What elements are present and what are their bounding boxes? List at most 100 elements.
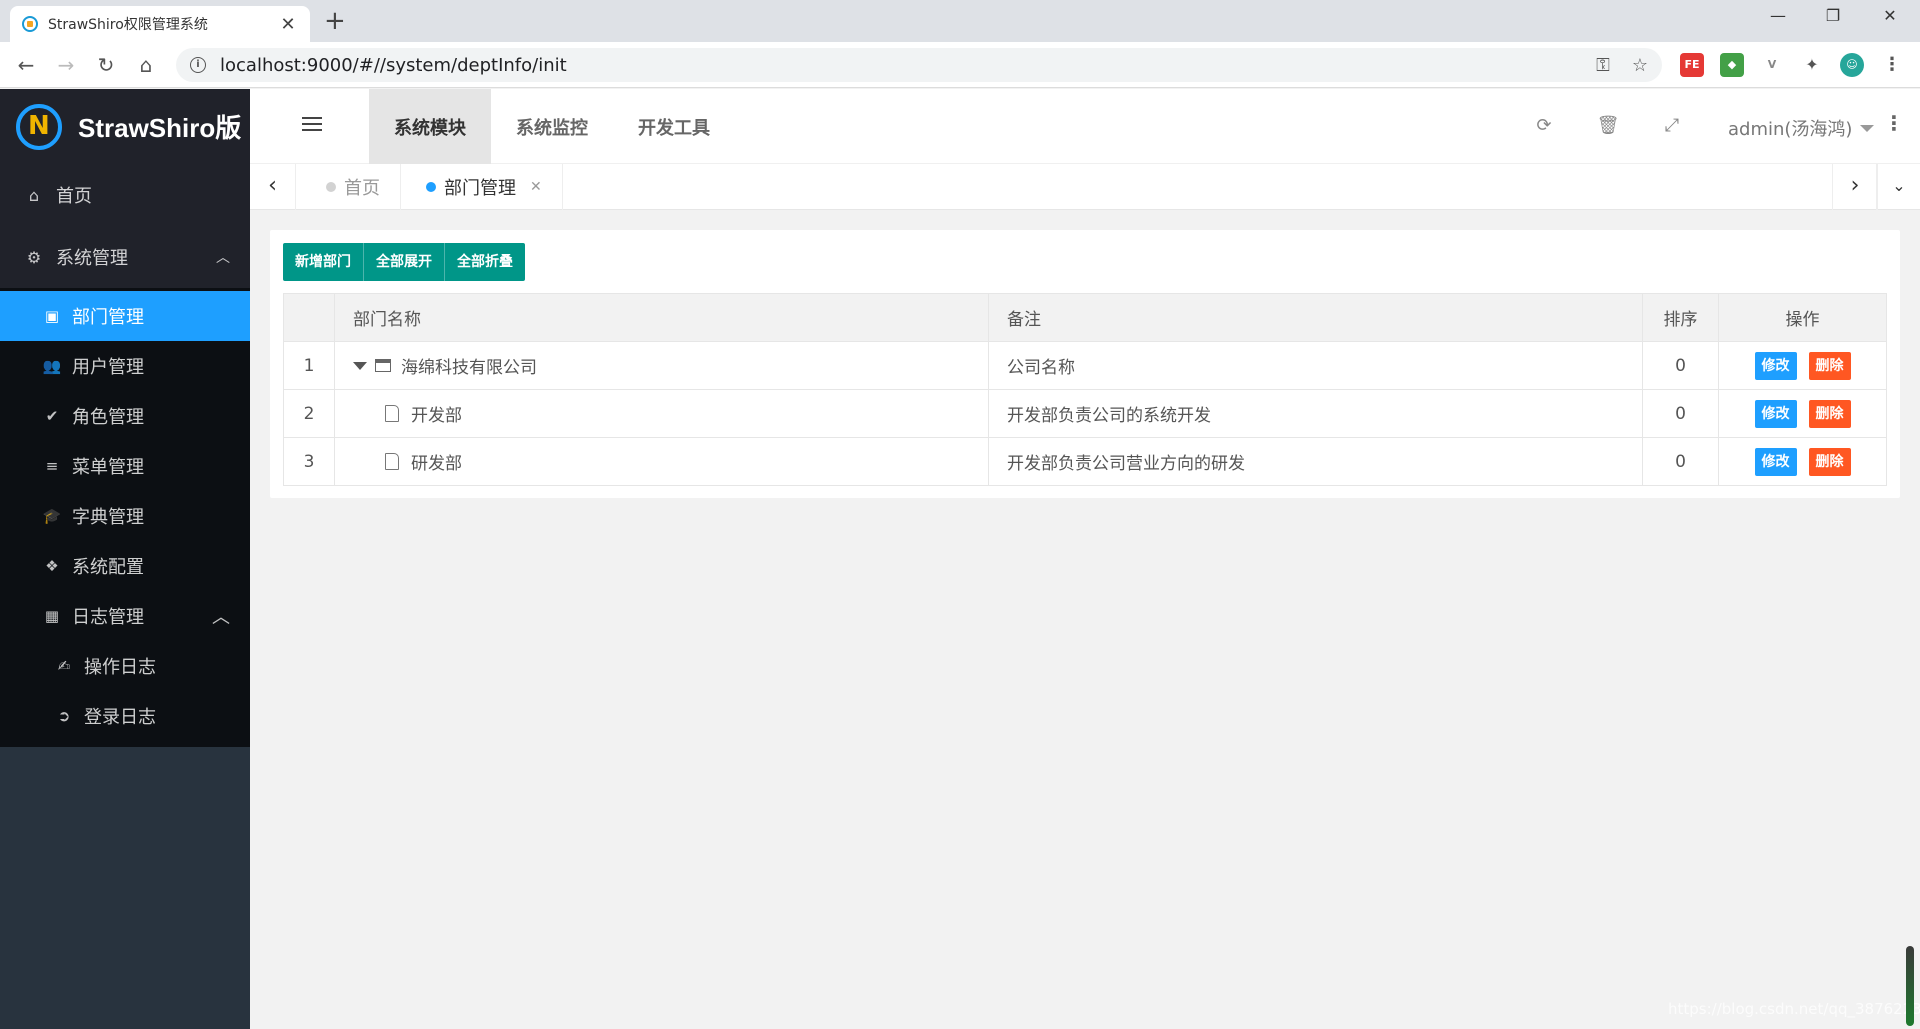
browser-tab[interactable]: StrawShiro权限管理系统 ✕ [10, 6, 310, 42]
logo-icon [16, 103, 62, 150]
new-tab-button[interactable]: + [324, 8, 346, 34]
bookmark-star-icon[interactable]: ☆ [1632, 55, 1648, 76]
table-row[interactable]: 3 研发部 开发部负责公司营业方向的研发 0 修改 删除 [283, 437, 1887, 486]
list-icon: ≡ [45, 457, 59, 475]
sidebar-item-home[interactable]: ⌂ 首页 [0, 164, 250, 226]
dept-name: 海绵科技有限公司 [401, 358, 537, 378]
folder-icon [375, 359, 391, 372]
dept-name-cell: 研发部 [334, 437, 989, 486]
system-submenu: ▣ 部门管理 👥 用户管理 ✔ 角色管理 ≡ 菜单管理 🎓 字典管理 ❖ 系统配 [0, 288, 250, 747]
collapse-all-button[interactable]: 全部折叠 [445, 243, 525, 281]
browser-menu-icon[interactable]: ⋮ [1880, 53, 1904, 77]
row-index: 3 [283, 437, 335, 486]
vue-extension-icon[interactable]: V [1760, 53, 1784, 77]
user-menu[interactable]: admin(汤海鸿) [1728, 115, 1875, 141]
trash-icon[interactable]: 🗑 [1596, 115, 1620, 136]
dept-note: 开发部负责公司营业方向的研发 [988, 437, 1643, 486]
tab-label: 部门管理 [444, 178, 516, 199]
forward-arrow-icon[interactable]: → [52, 52, 80, 80]
sidebar-item-roles[interactable]: ✔ 角色管理 [0, 391, 250, 441]
sidebar-item-config[interactable]: ❖ 系统配置 [0, 541, 250, 591]
nav-dev-tools[interactable]: 开发工具 [613, 89, 735, 164]
back-arrow-icon[interactable]: ← [12, 52, 40, 80]
home-icon: ⌂ [28, 185, 40, 205]
expand-all-button[interactable]: 全部展开 [364, 243, 445, 281]
colorful-extension-icon[interactable]: ◆ [1720, 53, 1744, 77]
cubes-icon: ❖ [45, 557, 59, 575]
tabs-dropdown-icon[interactable]: ⌄ [1876, 164, 1920, 210]
sidebar-item-label: 系统配置 [72, 557, 144, 578]
toolbar: 新增部门 全部展开 全部折叠 [283, 243, 525, 281]
key-icon[interactable]: ⚿ [1596, 55, 1610, 76]
more-icon[interactable]: ⋮ [1884, 111, 1904, 135]
column-header-sort: 排序 [1642, 293, 1719, 342]
delete-button[interactable]: 删除 [1808, 399, 1851, 428]
close-tab-icon[interactable]: ✕ [278, 14, 298, 35]
sidebar: StrawShiro版 ⌂ 首页 ⚙ 系统管理 ︿ ▣ 部门管理 👥 用户管理 … [0, 89, 250, 1029]
edit-button[interactable]: 修改 [1754, 399, 1797, 428]
restore-window-button[interactable]: ❐ [1813, 6, 1853, 25]
delete-button[interactable]: 删除 [1808, 351, 1851, 380]
nav-system-module[interactable]: 系统模块 [369, 89, 491, 164]
sidebar-item-label: 系统管理 [56, 248, 128, 269]
minimize-window-button[interactable]: — [1758, 6, 1798, 25]
delete-button[interactable]: 删除 [1808, 447, 1851, 476]
logo-text: StrawShiro版 [78, 113, 242, 143]
nav-system-monitor[interactable]: 系统监控 [491, 89, 613, 164]
sidebar-item-label: 角色管理 [72, 407, 144, 428]
address-bar[interactable]: i localhost:9000/#//system/deptInfo/init… [176, 48, 1662, 82]
table-header-row: 部门名称 备注 排序 操作 [283, 293, 1887, 342]
tab-home[interactable]: 首页 [296, 164, 401, 210]
sidebar-item-menus[interactable]: ≡ 菜单管理 [0, 441, 250, 491]
file-icon [385, 453, 399, 470]
sidebar-toggle-icon[interactable] [302, 117, 322, 135]
sidebar-item-label: 首页 [56, 186, 92, 207]
fe-extension-icon[interactable]: FE [1680, 53, 1704, 77]
refresh-icon[interactable]: ⟳ [1532, 115, 1556, 136]
home-icon[interactable]: ⌂ [132, 52, 160, 80]
fullscreen-icon[interactable]: ⤢ [1660, 115, 1684, 136]
dept-name: 开发部 [411, 406, 462, 426]
sidebar-item-label: 菜单管理 [72, 457, 144, 478]
tabs-scroll-left-icon[interactable]: ‹ [250, 164, 296, 210]
signature-icon: ✍ [57, 657, 71, 675]
sidebar-item-users[interactable]: 👥 用户管理 [0, 341, 250, 391]
site-info-icon[interactable]: i [190, 57, 206, 73]
puzzle-icon[interactable]: ✦ [1800, 53, 1824, 77]
column-header-actions: 操作 [1718, 293, 1887, 342]
caret-down-icon[interactable] [353, 361, 367, 370]
dept-note: 公司名称 [988, 341, 1643, 390]
edit-button[interactable]: 修改 [1754, 351, 1797, 380]
app-header: 系统模块 系统监控 开发工具 ⟳ 🗑 ⤢ admin(汤海鸿) ⋮ [250, 89, 1920, 164]
sidebar-item-operation-log[interactable]: ✍ 操作日志 [0, 641, 250, 691]
sidebar-item-label: 登录日志 [84, 707, 156, 728]
top-nav: 系统模块 系统监控 开发工具 [369, 89, 735, 164]
department-table: 部门名称 备注 排序 操作 1 海绵科技有限公司 公司名称 0 修改 删除 2 … [283, 293, 1887, 486]
sidebar-item-dictionary[interactable]: 🎓 字典管理 [0, 491, 250, 541]
tabs-scroll-right-icon[interactable]: › [1832, 164, 1878, 210]
check-icon: ✔ [45, 407, 59, 425]
column-header-note: 备注 [988, 293, 1643, 342]
close-window-button[interactable]: ✕ [1870, 6, 1910, 25]
page-tabs: ‹ 首页 部门管理 ✕ › ⌄ [250, 164, 1920, 210]
scrollbar[interactable] [1906, 946, 1914, 1026]
id-card-icon: ▣ [44, 307, 60, 325]
tab-department[interactable]: 部门管理 ✕ [396, 164, 563, 210]
edit-button[interactable]: 修改 [1754, 447, 1797, 476]
close-tab-icon[interactable]: ✕ [530, 179, 542, 195]
url-text[interactable]: localhost:9000/#//system/deptInfo/init [220, 55, 1574, 76]
sidebar-item-log-management[interactable]: ▦ 日志管理 ︿ [0, 591, 250, 641]
column-header-index [283, 293, 335, 342]
dept-name-cell: 开发部 [334, 389, 989, 438]
chevron-up-icon: ︿ [216, 250, 230, 266]
sidebar-item-login-log[interactable]: ➲ 登录日志 [0, 691, 250, 741]
sidebar-item-system-management[interactable]: ⚙ 系统管理 ︿ [0, 226, 250, 288]
dept-sort: 0 [1642, 389, 1719, 438]
table-row[interactable]: 1 海绵科技有限公司 公司名称 0 修改 删除 [283, 341, 1887, 390]
reload-icon[interactable]: ↻ [92, 52, 120, 80]
dept-note: 开发部负责公司的系统开发 [988, 389, 1643, 438]
table-row[interactable]: 2 开发部 开发部负责公司的系统开发 0 修改 删除 [283, 389, 1887, 438]
sidebar-item-department[interactable]: ▣ 部门管理 [0, 291, 250, 341]
add-department-button[interactable]: 新增部门 [283, 243, 364, 281]
profile-avatar-icon[interactable]: ☺ [1840, 53, 1864, 77]
